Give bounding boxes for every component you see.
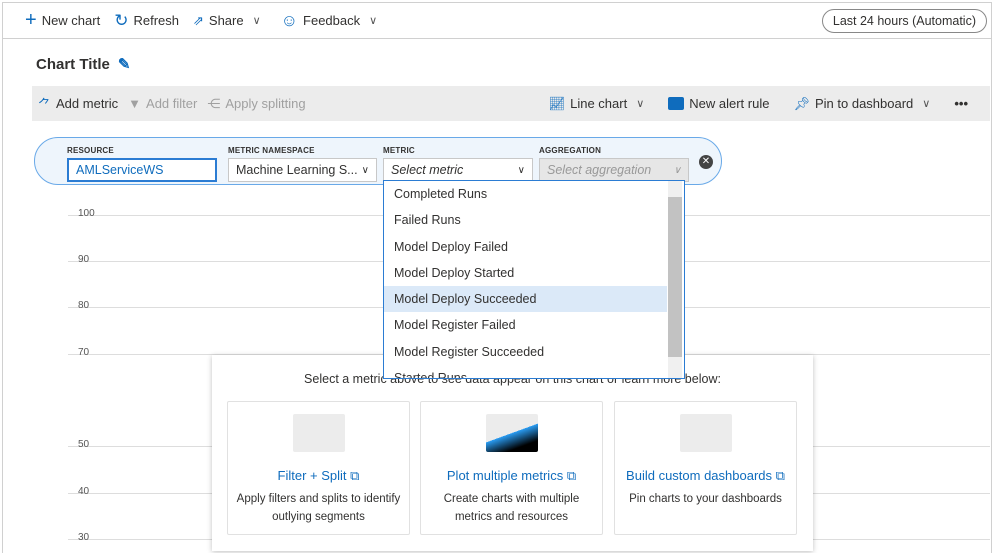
dashboards-link[interactable]: Build custom dashboards ⧉ bbox=[615, 468, 796, 484]
split-icon: ⋲ bbox=[207, 95, 221, 111]
resource-label: RESOURCE bbox=[67, 146, 114, 155]
filter-icon: ▼ bbox=[128, 96, 142, 111]
y-tick-label: 40 bbox=[78, 486, 90, 497]
pin-icon: 📌︎ bbox=[793, 95, 810, 111]
add-metric-icon: ⺈ bbox=[38, 97, 52, 112]
metric-option[interactable]: Started Runs bbox=[384, 365, 667, 378]
chevron-down-icon: ∨ bbox=[517, 164, 525, 176]
metric-option[interactable]: Model Deploy Failed bbox=[384, 234, 667, 260]
plot-multiple-link[interactable]: Plot multiple metrics ⧉ bbox=[421, 468, 602, 484]
refresh-icon: ↻ bbox=[114, 10, 129, 30]
add-metric-button[interactable]: ⺈ Add metric bbox=[38, 94, 118, 113]
metric-dropdown-list: Completed Runs Failed Runs Model Deploy Fa… bbox=[383, 180, 685, 379]
apply-splitting-button[interactable]: ⋲ Apply splitting bbox=[207, 96, 305, 112]
chevron-down-icon: ∨ bbox=[673, 164, 681, 176]
smiley-icon: ☺ bbox=[280, 10, 299, 30]
feedback-button[interactable]: ☺ Feedback ∨ bbox=[281, 11, 378, 31]
metric-option[interactable]: Model Deploy Started bbox=[384, 260, 667, 286]
time-range-button[interactable]: Last 24 hours (Automatic) bbox=[821, 9, 987, 33]
empty-chart-panel: Select a metric above to see data appear… bbox=[212, 355, 813, 551]
more-options-button[interactable]: ••• bbox=[954, 96, 968, 111]
y-tick-label: 70 bbox=[78, 347, 90, 358]
metric-label: METRIC bbox=[383, 146, 415, 155]
metric-selector-row: RESOURCE AMLServiceWS METRIC NAMESPACE Mac… bbox=[34, 137, 722, 185]
y-tick-label: 50 bbox=[78, 439, 90, 450]
command-bar: + New chart ↻ Refresh ⇗ Share ∨ ☺ Feedback ∨ L… bbox=[3, 3, 991, 39]
metric-select[interactable]: Select metric ∨ bbox=[383, 158, 533, 182]
remove-metric-icon[interactable]: ✕ bbox=[699, 155, 713, 169]
y-tick-label: 90 bbox=[78, 254, 90, 265]
metric-option[interactable]: Completed Runs bbox=[384, 181, 667, 207]
y-tick-label: 100 bbox=[78, 208, 95, 219]
new-alert-rule-button[interactable]: New alert rule bbox=[668, 96, 769, 111]
plot-multiple-card[interactable]: Plot multiple metrics ⧉ Create charts wit… bbox=[420, 401, 603, 535]
card-description: Create charts with multiple metrics and … bbox=[443, 493, 580, 523]
area-chart-icon bbox=[485, 414, 538, 452]
y-tick-label: 80 bbox=[78, 300, 90, 311]
add-filter-button[interactable]: ▼ Add filter bbox=[128, 96, 197, 111]
aggregation-label: AGGREGATION bbox=[539, 146, 602, 155]
chevron-down-icon: ∨ bbox=[636, 98, 645, 110]
metrics-explorer: + New chart ↻ Refresh ⇗ Share ∨ ☺ Feedback ∨ L… bbox=[2, 2, 992, 553]
y-tick-label: 30 bbox=[78, 532, 90, 543]
chart-toolbar: ⺈ Add metric ▼ Add filter ⋲ Apply splitting… bbox=[32, 86, 990, 121]
pin-to-dashboard-button[interactable]: 📌︎ Pin to dashboard ∨ bbox=[793, 96, 930, 112]
metric-option[interactable]: Failed Runs bbox=[384, 207, 667, 233]
chevron-down-icon: ∨ bbox=[922, 98, 931, 110]
metric-option[interactable]: Model Register Failed bbox=[384, 312, 667, 338]
share-button[interactable]: ⇗ Share ∨ bbox=[193, 13, 261, 29]
edit-pencil-icon[interactable]: ✎ bbox=[118, 55, 131, 73]
dashboards-card[interactable]: Build custom dashboards ⧉ Pin charts to y… bbox=[614, 401, 797, 535]
new-chart-button[interactable]: + New chart bbox=[25, 9, 100, 32]
filter-split-card[interactable]: Filter + Split ⧉ Apply filters and splits… bbox=[227, 401, 410, 535]
line-chart-button[interactable]: 📈︎ Line chart ∨ bbox=[549, 96, 645, 112]
plus-icon: + bbox=[25, 9, 37, 31]
chevron-down-icon: ∨ bbox=[361, 164, 369, 176]
line-chart-icon: 📈︎ bbox=[548, 95, 566, 111]
metric-option[interactable]: Model Register Succeeded bbox=[384, 339, 667, 365]
filter-split-link[interactable]: Filter + Split ⧉ bbox=[228, 468, 409, 484]
chart-title: Chart Title ✎ bbox=[36, 55, 131, 74]
chevron-down-icon: ∨ bbox=[369, 15, 378, 27]
card-description: Pin charts to your dashboards bbox=[629, 493, 782, 505]
metric-option[interactable]: Model Deploy Succeeded bbox=[384, 286, 667, 313]
filter-split-icon bbox=[292, 414, 345, 452]
resource-input[interactable]: AMLServiceWS bbox=[67, 158, 217, 182]
alert-icon bbox=[668, 97, 685, 110]
namespace-select[interactable]: Machine Learning S... ∨ bbox=[228, 158, 377, 182]
namespace-label: METRIC NAMESPACE bbox=[228, 146, 315, 155]
card-description: Apply filters and splits to identify out… bbox=[236, 493, 401, 523]
scrollbar-thumb[interactable] bbox=[668, 197, 682, 357]
share-icon: ⇗ bbox=[193, 12, 204, 28]
aggregation-select[interactable]: Select aggregation ∨ bbox=[539, 158, 689, 182]
dashboard-icon bbox=[679, 414, 732, 452]
refresh-button[interactable]: ↻ Refresh bbox=[114, 11, 179, 31]
chevron-down-icon: ∨ bbox=[252, 15, 261, 27]
